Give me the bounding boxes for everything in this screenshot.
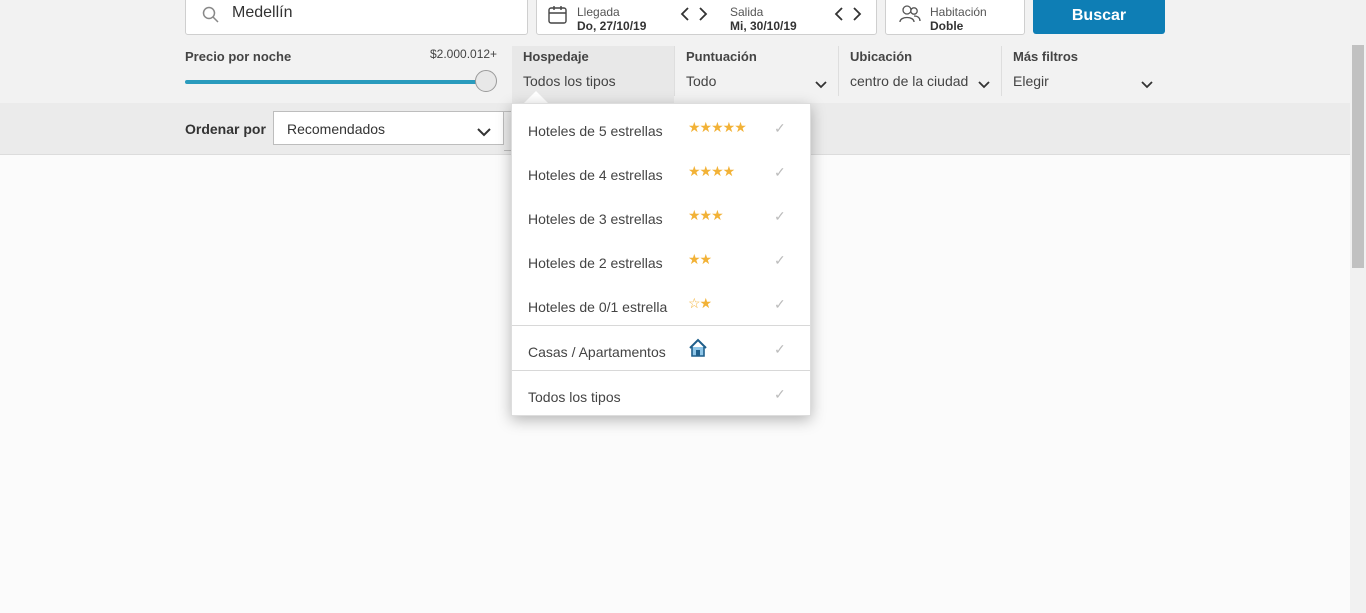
- chevron-down-icon: [477, 124, 491, 142]
- checkout-prev-icon[interactable]: [834, 7, 844, 25]
- check-icon: ✓: [774, 296, 786, 312]
- four-stars-icon: ★★★★: [688, 163, 735, 179]
- lodging-option-5-stars[interactable]: Hoteles de 5 estrellas ★★★★★ ✓: [512, 106, 810, 150]
- check-icon: ✓: [774, 386, 786, 402]
- check-icon: ✓: [774, 341, 786, 357]
- price-max-value: $2.000.012+: [430, 47, 498, 61]
- guests-icon: [899, 5, 921, 28]
- room-label: Habitación: [930, 5, 987, 19]
- calendar-icon: [548, 6, 568, 29]
- filter-divider: [674, 46, 675, 96]
- lodging-filter-value: Todos los tipos: [523, 73, 616, 89]
- checkout-label: Salida: [730, 5, 764, 19]
- room-value: Doble: [930, 19, 964, 33]
- checkin-value: Do, 27/10/19: [577, 19, 647, 33]
- lodging-dropdown: Hoteles de 5 estrellas ★★★★★ ✓ Hoteles d…: [511, 103, 811, 416]
- rating-filter-value[interactable]: Todo: [686, 73, 716, 89]
- check-icon: ✓: [774, 164, 786, 180]
- sort-label: Ordenar por: [185, 121, 266, 137]
- price-slider-track[interactable]: [185, 80, 485, 84]
- one-star-icon: ☆★: [688, 295, 712, 311]
- filter-divider: [1001, 46, 1002, 96]
- search-button[interactable]: Buscar: [1033, 0, 1165, 34]
- check-icon: ✓: [774, 208, 786, 224]
- lodging-option-2-stars[interactable]: Hoteles de 2 estrellas ★★ ✓: [512, 238, 810, 282]
- checkin-date[interactable]: Llegada Do, 27/10/19: [577, 5, 646, 33]
- checkin-label: Llegada: [577, 5, 620, 19]
- lodging-option-all[interactable]: Todos los tipos ✓: [512, 372, 810, 416]
- destination-search-input[interactable]: Medellín: [185, 0, 528, 35]
- lodging-option-4-stars[interactable]: Hoteles de 4 estrellas ★★★★ ✓: [512, 150, 810, 194]
- more-filters-label: Más filtros: [1013, 49, 1079, 64]
- option-label: Casas / Apartamentos: [528, 344, 666, 360]
- option-label: Hoteles de 2 estrellas: [528, 255, 663, 271]
- room-selector[interactable]: Habitación Doble: [885, 0, 1025, 35]
- rating-chevron-down-icon[interactable]: [815, 76, 827, 94]
- option-label: Hoteles de 3 estrellas: [528, 211, 663, 227]
- more-filters-value[interactable]: Elegir: [1013, 73, 1049, 89]
- check-icon: ✓: [774, 252, 786, 268]
- five-stars-icon: ★★★★★: [688, 119, 747, 135]
- scrollbar-thumb[interactable]: [1352, 45, 1364, 268]
- location-filter-value[interactable]: centro de la ciudad: [850, 73, 968, 89]
- sort-value: Recomendados: [287, 121, 386, 137]
- price-slider-handle[interactable]: [475, 70, 497, 92]
- sort-select[interactable]: Recomendados: [273, 111, 504, 145]
- dropdown-divider: [512, 325, 810, 326]
- lodging-option-3-stars[interactable]: Hoteles de 3 estrellas ★★★ ✓: [512, 194, 810, 238]
- price-filter-label: Precio por noche: [185, 49, 292, 64]
- lodging-option-0-1-stars[interactable]: Hoteles de 0/1 estrella ☆★ ✓: [512, 282, 810, 326]
- checkin-next-icon[interactable]: [698, 7, 708, 25]
- destination-value: Medellín: [232, 4, 293, 21]
- three-stars-icon: ★★★: [688, 207, 724, 223]
- location-filter-label: Ubicación: [850, 49, 913, 64]
- checkin-prev-icon[interactable]: [680, 7, 690, 25]
- check-icon: ✓: [774, 120, 786, 136]
- lodging-filter-label: Hospedaje: [523, 49, 589, 64]
- option-label: Hoteles de 0/1 estrella: [528, 299, 668, 315]
- dates-picker[interactable]: Llegada Do, 27/10/19 Salida Mi, 30/10/19: [536, 0, 877, 35]
- dropdown-divider: [512, 370, 810, 371]
- option-label: Todos los tipos: [528, 389, 621, 405]
- rating-filter-label: Puntuación: [686, 49, 757, 64]
- house-icon: [688, 338, 708, 363]
- location-chevron-down-icon[interactable]: [978, 76, 990, 94]
- checkout-next-icon[interactable]: [852, 7, 862, 25]
- lodging-option-houses[interactable]: Casas / Apartamentos ✓: [512, 327, 810, 371]
- search-icon: [202, 6, 220, 29]
- option-label: Hoteles de 4 estrellas: [528, 167, 663, 183]
- more-filters-chevron-down-icon[interactable]: [1141, 76, 1153, 94]
- page-scrollbar[interactable]: [1350, 0, 1366, 613]
- option-label: Hoteles de 5 estrellas: [528, 123, 663, 139]
- dropdown-caret: [524, 91, 548, 103]
- checkout-date[interactable]: Salida Mi, 30/10/19: [730, 5, 797, 33]
- filter-divider: [838, 46, 839, 96]
- checkout-value: Mi, 30/10/19: [730, 19, 797, 33]
- two-stars-icon: ★★: [688, 251, 712, 267]
